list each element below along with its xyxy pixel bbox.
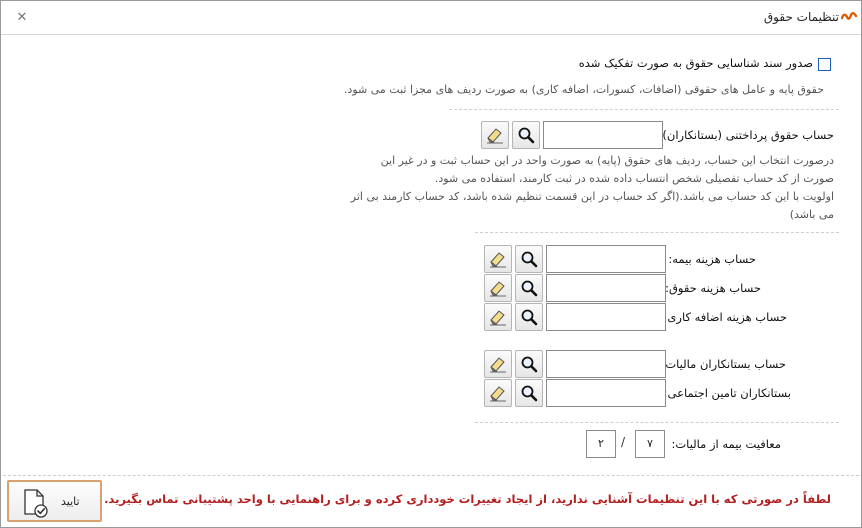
tax-creditors-edit-button[interactable] — [484, 350, 512, 378]
payable-account-desc-4: می باشد) — [789, 208, 834, 221]
tax-creditors-input[interactable] — [546, 350, 666, 378]
payable-account-edit-button[interactable] — [481, 121, 509, 149]
split-document-label: صدور سند شناسایی حقوق به صورت تفکیک شده — [578, 56, 813, 70]
search-icon — [521, 280, 538, 297]
search-icon — [521, 385, 538, 402]
warning-message: لطفاً در صورتی که با این تنظیمات آشنایی … — [104, 492, 831, 506]
fraction-separator: / — [621, 435, 626, 449]
payable-account-desc-3: اولویت با این کد حساب می باشد.(اگر کد حس… — [350, 190, 834, 203]
overtime-expense-label: حساب هزینه اضافه کاری: — [663, 310, 787, 324]
social-security-creditors-search-button[interactable] — [515, 379, 543, 407]
settings-dialog: ✕ تنظیمات حقوق صدور سند شناسایی حقوق به … — [0, 0, 862, 528]
salary-expense-label: حساب هزینه حقوق: — [665, 281, 761, 295]
insurance-expense-edit-button[interactable] — [484, 245, 512, 273]
insurance-expense-search-button[interactable] — [515, 245, 543, 273]
payable-account-desc-1: درصورت انتخاب این حساب، ردیف های حقوق (پ… — [380, 154, 834, 167]
salary-expense-search-button[interactable] — [515, 274, 543, 302]
title-bar: ✕ تنظیمات حقوق — [1, 1, 861, 35]
social-security-creditors-label: بستانکاران تامین اجتماعی: — [663, 386, 791, 400]
payable-account-label: حساب حقوق پرداختنی (بستانکاران): — [658, 128, 834, 142]
payable-account-search-button[interactable] — [512, 121, 540, 149]
edit-eraser-icon — [490, 357, 506, 373]
overtime-expense-edit-button[interactable] — [484, 303, 512, 331]
search-icon — [521, 309, 538, 326]
app-logo-icon — [841, 12, 857, 20]
tax-creditors-search-button[interactable] — [515, 350, 543, 378]
overtime-expense-input[interactable] — [546, 303, 666, 331]
document-check-icon — [24, 489, 48, 518]
tax-creditors-label: حساب بستانکاران مالیات: — [661, 357, 786, 371]
search-icon — [521, 251, 538, 268]
insurance-expense-label: حساب هزینه بیمه: — [668, 252, 756, 266]
edit-eraser-icon — [490, 252, 506, 268]
insurance-expense-input[interactable] — [546, 245, 666, 273]
insurance-exemption-label: معافیت بیمه از مالیات: — [671, 437, 781, 451]
separator — [475, 232, 839, 233]
close-icon[interactable]: ✕ — [15, 11, 29, 25]
edit-eraser-icon — [490, 281, 506, 297]
social-security-creditors-input[interactable] — [546, 379, 666, 407]
insurance-exemption-numerator[interactable]: ۲ — [586, 430, 616, 458]
separator — [475, 422, 839, 423]
search-icon — [521, 356, 538, 373]
split-document-checkbox[interactable] — [818, 58, 831, 71]
edit-eraser-icon — [490, 386, 506, 402]
salary-expense-edit-button[interactable] — [484, 274, 512, 302]
edit-eraser-icon — [487, 128, 503, 144]
overtime-expense-search-button[interactable] — [515, 303, 543, 331]
split-document-description: حقوق پایه و عامل های حقوقی (اضافات، کسور… — [343, 83, 824, 96]
confirm-button[interactable]: تایید — [7, 480, 102, 522]
confirm-label: تایید — [61, 495, 80, 508]
payable-account-input[interactable] — [543, 121, 663, 149]
salary-expense-input[interactable] — [546, 274, 666, 302]
search-icon — [518, 127, 535, 144]
social-security-creditors-edit-button[interactable] — [484, 379, 512, 407]
edit-eraser-icon — [490, 310, 506, 326]
separator — [449, 109, 839, 110]
window-title: تنظیمات حقوق — [763, 10, 839, 24]
insurance-exemption-denominator[interactable]: ۷ — [635, 430, 665, 458]
payable-account-desc-2: صورت از کد حساب تفصیلی شخص انتساب داده ش… — [434, 172, 834, 185]
